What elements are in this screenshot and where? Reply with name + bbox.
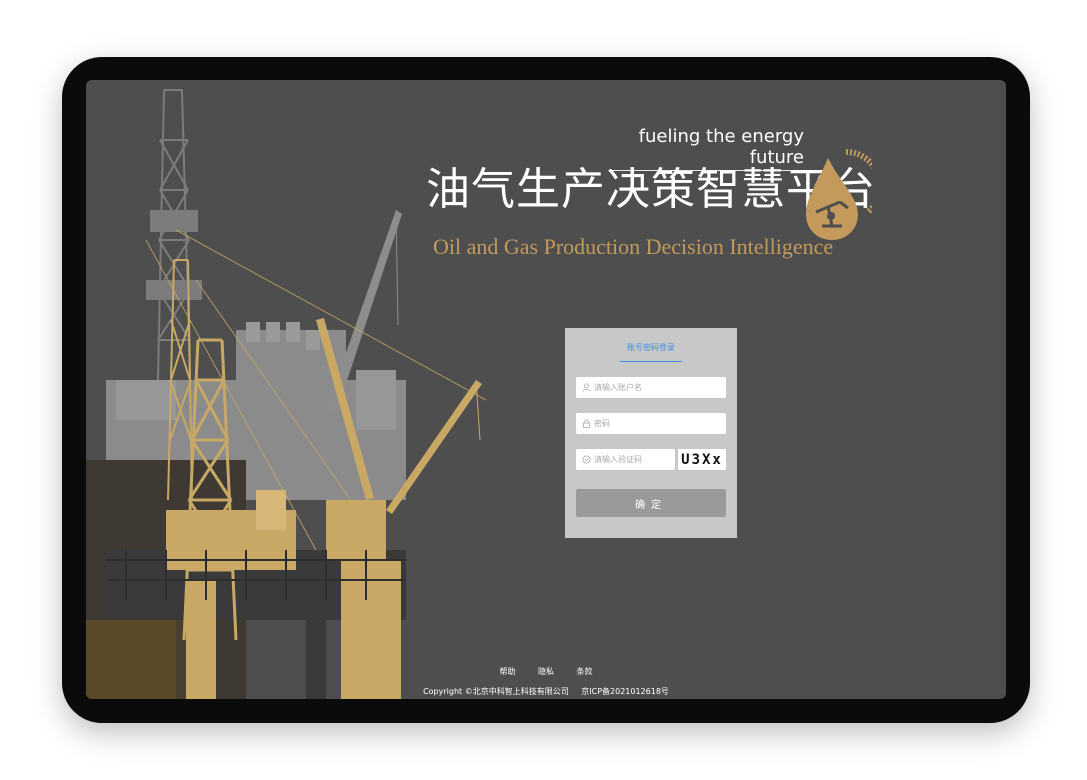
password-input[interactable] [594, 419, 704, 428]
footer-links: 帮助 隐私 条款 [86, 666, 1006, 677]
verify-check-icon [582, 455, 591, 464]
oil-drop-pumpjack-icon [806, 148, 872, 240]
username-input[interactable] [594, 383, 704, 392]
confirm-button[interactable]: 确定 [576, 489, 726, 517]
login-panel: 账号密码登录 请输入账户名 请输入验证码 U3Xx 确定 [565, 328, 737, 538]
tab-underline [620, 361, 682, 362]
captcha-image[interactable]: U3Xx [678, 449, 726, 470]
icp-license[interactable]: 京ICP备2021012618号 [581, 687, 669, 696]
footer-link-privacy[interactable]: 隐私 [538, 667, 554, 676]
lock-icon [582, 419, 591, 428]
captcha-field[interactable] [576, 449, 675, 470]
footer-link-help[interactable]: 帮助 [499, 667, 515, 676]
footer-link-terms[interactable]: 条款 [577, 667, 593, 676]
tablet-frame: fueling the energy future 油气生产决策智慧平台 Oil… [62, 57, 1030, 723]
username-field[interactable] [576, 377, 726, 398]
captcha-input[interactable] [594, 455, 664, 464]
login-screen: fueling the energy future 油气生产决策智慧平台 Oil… [86, 80, 1006, 699]
platform-title-en: Oil and Gas Production Decision Intellig… [433, 234, 834, 259]
user-icon [582, 383, 591, 392]
password-field[interactable] [576, 413, 726, 434]
tab-account-password-login[interactable]: 账号密码登录 [565, 342, 737, 353]
copyright-text: Copyright ©北京中科智上科技有限公司 [423, 687, 569, 696]
copyright-line: Copyright ©北京中科智上科技有限公司 京ICP备2021012618号 [86, 686, 1006, 697]
